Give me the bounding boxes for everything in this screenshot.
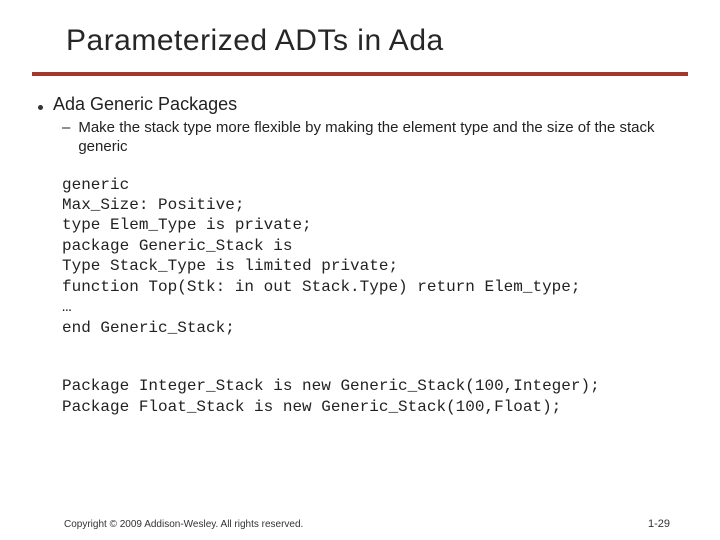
code-block: generic Max_Size: Positive; type Elem_Ty…	[62, 175, 682, 418]
code-instantiation: Package Integer_Stack is new Generic_Sta…	[62, 376, 682, 417]
copyright-text: Copyright © 2009 Addison-Wesley. All rig…	[64, 519, 303, 530]
page-number: 1-29	[648, 518, 670, 530]
bullet-level-2: – Make the stack type more flexible by m…	[62, 119, 682, 157]
bullet-level-1: Ada Generic Packages	[38, 94, 682, 115]
bullet-1-text: Ada Generic Packages	[53, 94, 237, 115]
code-main: generic Max_Size: Positive; type Elem_Ty…	[62, 176, 580, 337]
title-divider	[32, 72, 688, 76]
content-area: Ada Generic Packages – Make the stack ty…	[38, 94, 682, 417]
bullet-2-text: Make the stack type more flexible by mak…	[78, 119, 682, 157]
bullet-dash-icon: –	[62, 119, 70, 138]
slide-title: Parameterized ADTs in Ada	[66, 24, 682, 58]
bullet-dot-icon	[38, 105, 43, 110]
